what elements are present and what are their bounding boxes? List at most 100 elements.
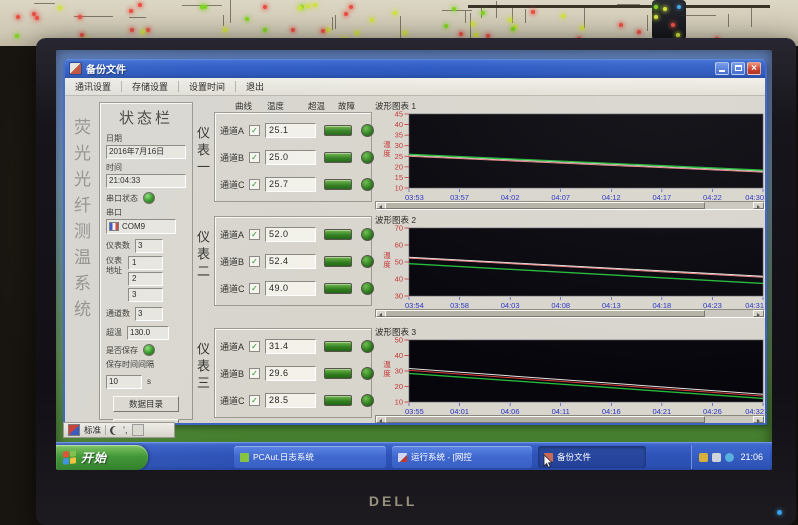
channel-row: 通道B 29.6 bbox=[220, 362, 371, 384]
channel-row: 通道C 25.7 bbox=[220, 173, 371, 195]
serial-port-select[interactable]: COM9 bbox=[106, 219, 176, 234]
scrollbar-thumb[interactable] bbox=[385, 202, 705, 209]
overtemp-indicator bbox=[324, 152, 352, 163]
menu-exit[interactable]: 退出 bbox=[236, 80, 274, 93]
save-interval-unit: s bbox=[147, 377, 151, 386]
svg-text:04:08: 04:08 bbox=[551, 301, 570, 309]
overtemp-indicator bbox=[324, 368, 352, 379]
curve-checkbox[interactable] bbox=[249, 368, 260, 379]
schematic-line bbox=[617, 4, 640, 5]
channel-label: 通道B bbox=[220, 367, 249, 380]
svg-text:04:12: 04:12 bbox=[602, 193, 621, 201]
close-button[interactable] bbox=[747, 62, 761, 75]
monitor: DELL 备份文件 通讯设置 存储设置 bbox=[36, 38, 796, 525]
temperature-field: 25.1 bbox=[265, 123, 316, 138]
svg-text:03:53: 03:53 bbox=[405, 193, 424, 201]
tray-icon-1[interactable] bbox=[699, 453, 708, 462]
tray-icon-3[interactable] bbox=[725, 453, 734, 462]
minimize-button[interactable] bbox=[715, 62, 729, 75]
channel-count-field[interactable]: 3 bbox=[135, 307, 163, 321]
address-label: 仪表地址 bbox=[106, 256, 124, 302]
app-icon bbox=[69, 62, 82, 75]
scrollbar-thumb[interactable] bbox=[385, 310, 705, 317]
taskbar-item-run-system[interactable]: 运行系统 - [网控 bbox=[392, 446, 532, 468]
svg-text:20: 20 bbox=[395, 162, 403, 171]
curve-checkbox[interactable] bbox=[249, 283, 260, 294]
ime-options-button[interactable] bbox=[132, 424, 144, 436]
overtemp-threshold-field[interactable]: 130.0 bbox=[127, 326, 169, 340]
channel-row: 通道C 28.5 bbox=[220, 389, 371, 411]
address-field-2[interactable]: 2 bbox=[128, 272, 163, 286]
svg-text:04:21: 04:21 bbox=[652, 407, 671, 415]
mimic-led bbox=[130, 28, 134, 32]
date-value: 2016年7月16日 bbox=[106, 145, 186, 159]
scroll-right-button[interactable] bbox=[753, 310, 764, 317]
svg-text:40: 40 bbox=[395, 120, 403, 129]
temperature-column-header: 温度 bbox=[267, 100, 284, 112]
channel-count-label: 通道数 bbox=[106, 308, 130, 319]
data-directory-button[interactable]: 数据目录 bbox=[113, 396, 179, 412]
status-panel-title: 状态栏 bbox=[106, 107, 186, 128]
instrument-count-field[interactable]: 3 bbox=[135, 239, 163, 253]
curve-checkbox[interactable] bbox=[249, 256, 260, 267]
channel-row: 通道C 49.0 bbox=[220, 277, 371, 299]
address-field-3[interactable]: 3 bbox=[128, 288, 163, 302]
mimic-led bbox=[129, 9, 133, 13]
chart-3-plot: 5040302010温度03:5504:0104:0604:1104:1604:… bbox=[373, 337, 767, 415]
menu-storage-settings[interactable]: 存储设置 bbox=[122, 80, 178, 93]
svg-text:04:31: 04:31 bbox=[745, 301, 764, 309]
chart-2-scrollbar[interactable] bbox=[375, 309, 765, 318]
mimic-led bbox=[32, 12, 36, 16]
taskbar-item-log-system[interactable]: PCAut.日志系统 bbox=[234, 446, 386, 468]
svg-text:04:02: 04:02 bbox=[501, 193, 520, 201]
overtemp-indicator bbox=[324, 256, 352, 267]
scroll-right-button[interactable] bbox=[753, 416, 764, 423]
serial-port-value: COM9 bbox=[122, 222, 145, 231]
busbar-line bbox=[468, 5, 770, 8]
save-interval-label: 保存时间间隔 bbox=[106, 359, 186, 370]
ime-language-bar[interactable]: 标准 bbox=[63, 422, 175, 438]
scroll-right-button[interactable] bbox=[753, 202, 764, 209]
mimic-led bbox=[531, 10, 535, 14]
overtemp-indicator bbox=[324, 179, 352, 190]
curve-checkbox[interactable] bbox=[249, 395, 260, 406]
menu-bar: 通讯设置 存储设置 设置时间 退出 bbox=[65, 78, 765, 96]
tray-icon-2[interactable] bbox=[712, 453, 721, 462]
schematic-line bbox=[728, 14, 729, 27]
curve-checkbox[interactable] bbox=[249, 229, 260, 240]
mimic-led bbox=[444, 24, 448, 28]
curve-checkbox[interactable] bbox=[249, 179, 260, 190]
menu-comm-settings[interactable]: 通讯设置 bbox=[65, 80, 121, 93]
fullwidth-toggle-icon[interactable] bbox=[110, 426, 119, 435]
mimic-led bbox=[355, 31, 359, 35]
chart-3-scrollbar[interactable] bbox=[375, 415, 765, 424]
address-field-1[interactable]: 1 bbox=[128, 256, 163, 270]
window-titlebar[interactable]: 备份文件 bbox=[65, 59, 765, 78]
save-interval-field[interactable]: 10 bbox=[106, 375, 142, 389]
svg-text:15: 15 bbox=[395, 173, 403, 182]
start-button[interactable]: 开始 bbox=[56, 445, 148, 470]
curve-checkbox[interactable] bbox=[249, 152, 260, 163]
channel-label: 通道A bbox=[220, 340, 249, 353]
monitor-power-led bbox=[777, 510, 782, 515]
mouse-cursor bbox=[543, 454, 555, 469]
curve-checkbox[interactable] bbox=[249, 341, 260, 352]
mimic-led bbox=[474, 33, 478, 37]
ime-mode-icon[interactable] bbox=[68, 424, 80, 436]
chart-1-plot: 4540353025201510温度03:5303:5704:0204:0704… bbox=[373, 111, 767, 201]
mimic-led bbox=[15, 34, 19, 38]
menu-set-time[interactable]: 设置时间 bbox=[179, 80, 235, 93]
overtemp-indicator bbox=[324, 229, 352, 240]
schematic-line bbox=[223, 15, 224, 26]
chart-1-scrollbar[interactable] bbox=[375, 201, 765, 210]
schematic-line bbox=[496, 1, 497, 18]
mimic-led bbox=[298, 6, 302, 10]
maximize-button[interactable] bbox=[731, 62, 745, 75]
mimic-led bbox=[138, 3, 142, 7]
punctuation-toggle-icon[interactable] bbox=[123, 426, 128, 434]
curve-checkbox[interactable] bbox=[249, 125, 260, 136]
scrollbar-thumb[interactable] bbox=[385, 416, 705, 423]
schematic-line bbox=[525, 9, 526, 23]
ime-separator bbox=[105, 425, 106, 435]
time-label: 时间 bbox=[106, 162, 186, 173]
